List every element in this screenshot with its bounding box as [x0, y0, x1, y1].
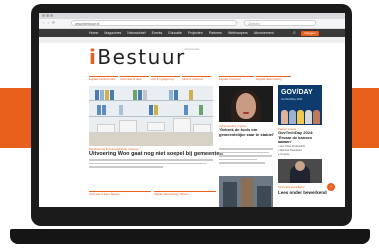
site-navigation: Home Magazines Nieuwsbrief Events Educat…	[39, 29, 345, 37]
category-link[interactable]: Digitale transformatie	[89, 76, 118, 82]
ad-banner: Advertentie	[39, 37, 345, 51]
menu-item-webinars[interactable]: Webinarpers	[228, 31, 248, 35]
middle-article-image[interactable]	[219, 86, 273, 122]
category-row: Digitale transformatie Informatie & data…	[89, 76, 214, 82]
login-button[interactable]: Inloggen	[301, 30, 319, 36]
bottom-article[interactable]: Digitale data-sharing | Nieuws	[154, 191, 216, 196]
menu-item-magazines[interactable]: Magazines	[104, 31, 121, 35]
menu-item-newsletter[interactable]: Nieuwsbrief	[127, 31, 145, 35]
menu-item-partners[interactable]: Partners	[209, 31, 222, 35]
browser-toolbar: ‹ › ⟳ www.ibestuur.nl Zoeken	[39, 19, 345, 29]
browser-search-input[interactable]: Zoeken	[244, 20, 316, 26]
window-controls[interactable]	[42, 14, 53, 17]
bottom-article-meta: Digitale data-sharing | Nieuws	[154, 191, 216, 196]
category-link[interactable]: Digitale Overheid	[219, 76, 254, 82]
menu-item-events[interactable]: Events	[152, 31, 163, 35]
laptop-display: ‹ › ⟳ www.ibestuur.nl Zoeken Home Magazi…	[39, 13, 345, 207]
sidebar-list: ▪ Events ▪ Gov Shop ProductInfo ▪ Webina…	[278, 141, 324, 157]
bottom-article-meta: Informatie & data | Nieuws	[89, 191, 151, 196]
secondary-article-image[interactable]	[219, 176, 273, 207]
search-icon[interactable]: ⌕	[293, 30, 296, 36]
main-article-headline[interactable]: Uitvoering Woo gaat nog niet soepel bij …	[89, 151, 223, 157]
sidebar-meta-2: Informatie beveiliging	[278, 185, 305, 189]
main-menu: Home Magazines Nieuwsbrief Events Educat…	[89, 29, 274, 37]
laptop-base	[10, 229, 370, 244]
chat-icon[interactable]: ›	[327, 183, 335, 191]
sidebar-article-image[interactable]	[278, 159, 322, 183]
category-row-2: Digitale Overheid Digitale data-sharing	[219, 76, 293, 82]
category-link[interactable]: Slimme overheid	[182, 76, 211, 82]
address-bar[interactable]: www.ibestuur.nl	[71, 20, 237, 26]
ad-label: Advertentie	[184, 47, 200, 51]
govday-subtitle: GovTechDay 2024	[281, 98, 303, 101]
menu-item-education[interactable]: Educatie	[168, 31, 182, 35]
back-forward-reload-icons[interactable]: ‹ › ⟳	[43, 20, 56, 25]
govday-title: GOV/DAY	[281, 89, 313, 96]
category-link[interactable]: Digitale data-sharing	[256, 76, 291, 82]
govday-people	[280, 104, 320, 124]
logo-text: Bestuur	[97, 45, 186, 69]
govday-banner[interactable]: GOV/DAY GovTechDay 2024	[278, 85, 322, 125]
main-article-image[interactable]	[89, 86, 213, 146]
category-link[interactable]: Wet & regelgeving	[151, 76, 180, 82]
category-link[interactable]: Informatie & data	[120, 76, 149, 82]
menu-item-home[interactable]: Home	[89, 31, 98, 35]
sidebar-list-item[interactable]: ▪ Congres	[278, 153, 324, 157]
bottom-article[interactable]: Informatie & data | Nieuws	[89, 191, 151, 196]
sidebar-headline-2[interactable]: Lees onder bewerkend	[278, 190, 327, 195]
middle-article-headline[interactable]: 'Gebrek de tools om gemeentelijke zaar t…	[219, 127, 275, 137]
middle-article-excerpt	[219, 148, 273, 166]
menu-item-subscription[interactable]: Abonnement	[254, 31, 274, 35]
bottom-article-row: Informatie & data | Nieuws Digitale data…	[89, 191, 219, 196]
menu-item-projects[interactable]: Projecten	[188, 31, 203, 35]
site-logo[interactable]: iBestuur	[89, 47, 186, 67]
main-article-excerpt	[89, 159, 213, 170]
